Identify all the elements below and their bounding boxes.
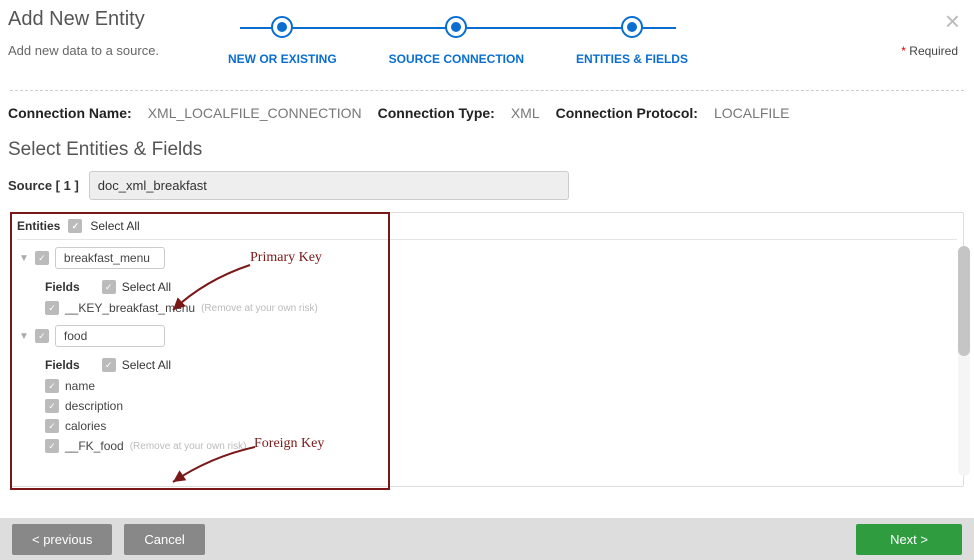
- page-subtitle: Add new data to a source.: [8, 43, 218, 58]
- entity-checkbox[interactable]: [35, 251, 49, 265]
- cancel-button[interactable]: Cancel: [124, 524, 204, 555]
- footer-bar: < previous Cancel Next >: [0, 518, 974, 560]
- field-hint: (Remove at your own risk): [201, 303, 318, 314]
- step-circle-icon: [621, 16, 643, 38]
- annotation-primary-key: Primary Key: [250, 250, 322, 266]
- fields-label: Fields: [45, 280, 80, 294]
- step-label: ENTITIES & FIELDS: [576, 52, 688, 66]
- field-name: __KEY_breakfast_menu: [65, 301, 195, 315]
- field-checkbox[interactable]: [45, 379, 59, 393]
- step-circle-icon: [271, 16, 293, 38]
- field-checkbox[interactable]: [45, 301, 59, 315]
- section-title: Select Entities & Fields: [0, 139, 974, 171]
- field-checkbox[interactable]: [45, 439, 59, 453]
- entity-checkbox[interactable]: [35, 329, 49, 343]
- select-all-label: Select All: [122, 280, 171, 294]
- field-checkbox[interactable]: [45, 419, 59, 433]
- select-all-fields-checkbox[interactable]: [102, 280, 116, 294]
- connection-type-label: Connection Type:: [378, 105, 495, 121]
- step-label: SOURCE CONNECTION: [389, 52, 524, 66]
- field-name: name: [65, 379, 95, 393]
- field-checkbox[interactable]: [45, 399, 59, 413]
- entities-panel: Entities Select All ▼ breakfast_menu Fie…: [10, 212, 964, 487]
- entity-name-input[interactable]: breakfast_menu: [55, 247, 165, 269]
- connection-protocol-label: Connection Protocol:: [556, 105, 698, 121]
- page-title: Add New Entity: [8, 8, 218, 31]
- entities-header-label: Entities: [17, 219, 60, 233]
- field-name: description: [65, 399, 123, 413]
- field-hint: (Remove at your own risk): [130, 441, 247, 452]
- connection-name-value: XML_LOCALFILE_CONNECTION: [148, 105, 362, 121]
- chevron-down-icon[interactable]: ▼: [19, 253, 29, 264]
- step-entities-fields[interactable]: ENTITIES & FIELDS: [576, 16, 688, 66]
- divider: [10, 90, 964, 91]
- step-new-or-existing[interactable]: NEW OR EXISTING: [228, 16, 337, 66]
- close-icon[interactable]: ×: [945, 8, 960, 34]
- previous-button[interactable]: < previous: [12, 524, 112, 555]
- stepper: NEW OR EXISTING SOURCE CONNECTION ENTITI…: [218, 8, 958, 66]
- scrollbar-thumb[interactable]: [958, 246, 970, 356]
- step-circle-icon: [445, 16, 467, 38]
- select-all-fields-checkbox[interactable]: [102, 358, 116, 372]
- field-name: __FK_food: [65, 439, 124, 453]
- select-all-label: Select All: [122, 358, 171, 372]
- fields-label: Fields: [45, 358, 80, 372]
- source-label: Source [ 1 ]: [8, 178, 79, 193]
- select-all-entities-checkbox[interactable]: [68, 219, 82, 233]
- required-note: * Required: [901, 44, 958, 58]
- connection-protocol-value: LOCALFILE: [714, 105, 789, 121]
- entity-name-input[interactable]: food: [55, 325, 165, 347]
- field-name: calories: [65, 419, 106, 433]
- source-input[interactable]: [89, 171, 569, 200]
- connection-type-value: XML: [511, 105, 540, 121]
- connection-name-label: Connection Name:: [8, 105, 132, 121]
- chevron-down-icon[interactable]: ▼: [19, 331, 29, 342]
- select-all-label: Select All: [90, 219, 139, 233]
- annotation-foreign-key: Foreign Key: [254, 436, 324, 452]
- next-button[interactable]: Next >: [856, 524, 962, 555]
- step-label: NEW OR EXISTING: [228, 52, 337, 66]
- step-source-connection[interactable]: SOURCE CONNECTION: [389, 16, 524, 66]
